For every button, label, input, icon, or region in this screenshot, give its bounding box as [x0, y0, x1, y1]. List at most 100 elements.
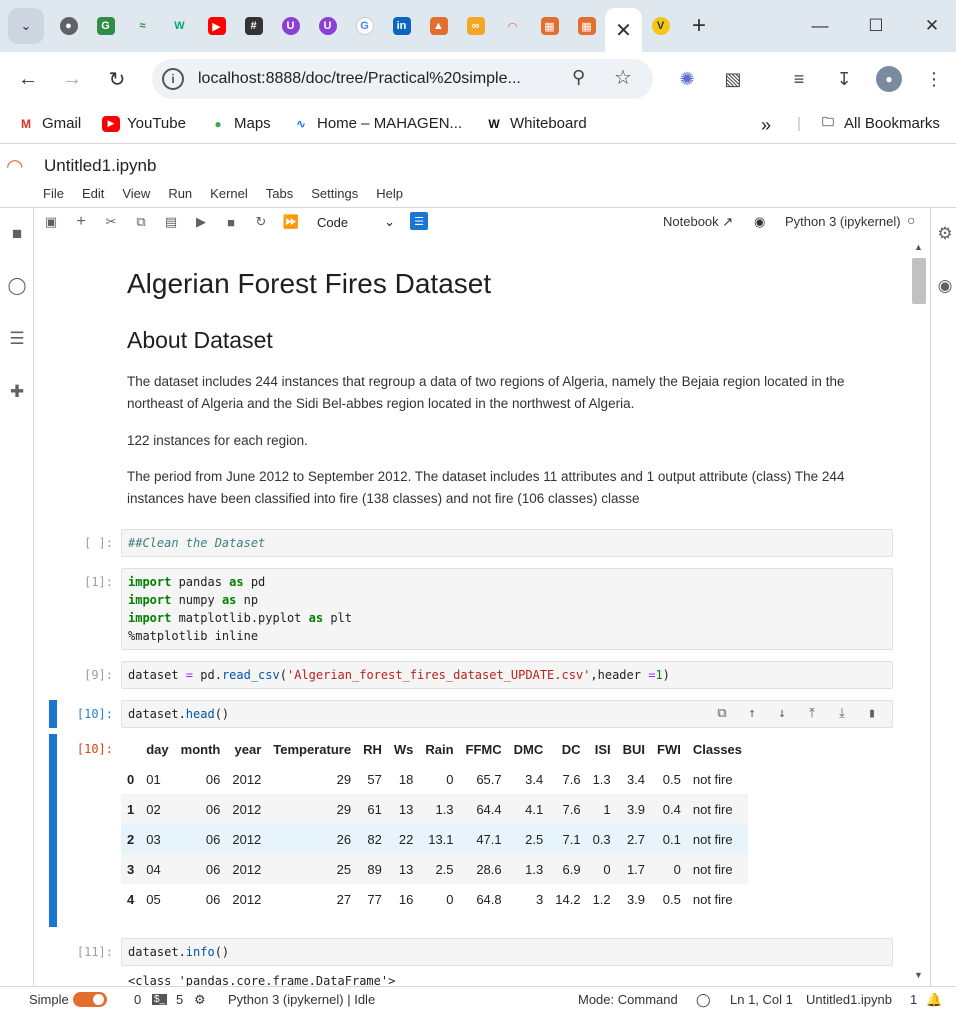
close-window-button[interactable]: ✕ [904, 8, 956, 44]
jupyter-logo-icon[interactable]: ◠ [6, 154, 28, 178]
open-notebook-button[interactable]: Notebook ↗ [663, 214, 733, 230]
folder-icon[interactable]: ■ [7, 224, 27, 244]
move-down-icon[interactable]: ↓ [772, 704, 792, 724]
all-bookmarks-button[interactable]: 🗀 All Bookmarks [819, 115, 940, 132]
puzzle-icon[interactable]: ▧ [720, 66, 746, 92]
code-cell[interactable]: dataset.info() [121, 938, 893, 966]
debugger-icon[interactable]: ◉ [754, 214, 765, 230]
scroll-up-icon[interactable]: ▲ [914, 242, 923, 252]
scroll-thumb[interactable] [912, 258, 926, 304]
menu-file[interactable]: File [34, 186, 73, 201]
tab[interactable]: ≈ [124, 8, 161, 44]
forward-button[interactable]: → [55, 62, 89, 96]
terminal-icon[interactable]: $_ [152, 994, 168, 1005]
move-up-icon[interactable]: ↑ [742, 704, 762, 724]
extension-icon[interactable]: ✺ [674, 66, 700, 92]
tab[interactable]: ● [50, 8, 87, 44]
menu-edit[interactable]: Edit [73, 186, 113, 201]
table-cell: 25 [267, 854, 358, 884]
bell-icon[interactable]: 🔔 [926, 992, 942, 1008]
notebook-title[interactable]: Untitled1.ipynb [44, 156, 156, 176]
stop-icon[interactable]: ■ [221, 212, 241, 232]
url-text[interactable]: localhost:8888/doc/tree/Practical%20simp… [198, 70, 521, 88]
download-icon[interactable]: ↧ [831, 66, 857, 92]
insert-below-icon[interactable]: ⤓ [832, 704, 852, 724]
run-all-icon[interactable]: ⏩ [281, 212, 301, 232]
notebook-scrollbar[interactable]: ▲ ▼ [909, 236, 929, 986]
code-cell[interactable]: dataset = pd.read_csv('Algerian_forest_f… [121, 661, 893, 689]
tab[interactable]: G [87, 8, 124, 44]
table-cell: 18 [398, 771, 414, 787]
gear-icon[interactable]: ⚙ [194, 992, 206, 1008]
bookmark-whiteboard[interactable]: W Whiteboard [485, 115, 586, 132]
address-bar[interactable]: i localhost:8888/doc/tree/Practical%20si… [152, 59, 653, 99]
toc-icon[interactable]: ☰ [7, 329, 27, 349]
tab[interactable]: ▶ [198, 8, 235, 44]
cut-icon[interactable]: ✂ [101, 212, 121, 232]
zoom-icon[interactable]: ⚲ [572, 67, 585, 88]
close-icon[interactable]: ✕ [615, 18, 632, 43]
run-icon[interactable]: ▶ [191, 212, 211, 232]
tab[interactable]: ▲ [420, 8, 457, 44]
menu-settings[interactable]: Settings [302, 186, 367, 201]
kernel-status[interactable]: Python 3 (ipykernel) | Idle [228, 992, 375, 1007]
duplicate-cell-icon[interactable]: ⧉ [712, 704, 732, 724]
menu-dots-icon[interactable]: ⋮ [921, 66, 947, 92]
column-header: Classes [692, 741, 743, 757]
menu-tabs[interactable]: Tabs [257, 186, 302, 201]
bookmark-mahagen[interactable]: ∿ Home – MAHAGEN... [292, 115, 462, 132]
code-cell[interactable]: import pandas as pd import numpy as np i… [121, 568, 893, 650]
debugger-icon[interactable]: ◉ [935, 276, 955, 296]
tab[interactable]: U [272, 8, 309, 44]
simple-mode-toggle[interactable] [73, 992, 107, 1007]
delete-cell-icon[interactable]: ▮ [862, 704, 882, 724]
menu-help[interactable]: Help [367, 186, 412, 201]
insert-above-icon[interactable]: ⤒ [802, 704, 822, 724]
tab[interactable]: ▦ [568, 8, 605, 44]
code-cell-active[interactable]: dataset.head() ⧉ ↑ ↓ ⤒ ⤓ ▮ [121, 700, 893, 728]
toc-toggle-icon[interactable]: ☰ [410, 212, 428, 230]
minimize-button[interactable]: — [792, 8, 848, 44]
menu-kernel[interactable]: Kernel [201, 186, 257, 201]
back-button[interactable]: ← [11, 62, 45, 96]
bookmark-youtube[interactable]: ▶ YouTube [102, 115, 186, 132]
property-inspector-icon[interactable]: ⚙ [935, 224, 955, 244]
paste-icon[interactable]: ▤ [161, 212, 181, 232]
media-icon[interactable]: ≡ [786, 66, 812, 92]
copy-icon[interactable]: ⧉ [131, 212, 151, 232]
tab[interactable]: W [161, 8, 198, 44]
tab[interactable]: ◠ [494, 8, 531, 44]
tab[interactable]: G [346, 8, 383, 44]
code-cell[interactable]: ##Clean the Dataset [121, 529, 893, 557]
shield-icon[interactable]: ◯ [696, 992, 711, 1008]
running-icon[interactable]: ◯ [7, 276, 27, 296]
tab[interactable]: ∞ [457, 8, 494, 44]
menu-run[interactable]: Run [159, 186, 201, 201]
reload-button[interactable]: ↻ [100, 62, 134, 96]
extension-icon[interactable]: ✚ [7, 382, 27, 402]
maximize-button[interactable]: ☐ [848, 8, 904, 44]
insert-cell-icon[interactable]: + [71, 212, 91, 232]
profile-avatar[interactable]: ● [876, 66, 902, 92]
save-icon[interactable]: ▣ [41, 212, 61, 232]
site-info-icon[interactable]: i [162, 68, 184, 90]
table-cell: 13.1 [419, 824, 460, 854]
cell-type-select[interactable]: Code ⌄ [315, 212, 397, 232]
bookmark-maps[interactable]: ● Maps [209, 115, 270, 132]
cursor-position[interactable]: Ln 1, Col 1 [730, 992, 793, 1007]
tab[interactable]: U [309, 8, 346, 44]
menu-view[interactable]: View [113, 186, 159, 201]
scroll-down-icon[interactable]: ▼ [914, 970, 923, 980]
tab[interactable]: V [642, 8, 679, 44]
tab[interactable]: ▦ [531, 8, 568, 44]
tab[interactable]: in [383, 8, 420, 44]
kernel-name[interactable]: Python 3 (ipykernel) [785, 214, 901, 229]
bookmark-gmail[interactable]: M Gmail [17, 115, 81, 132]
tab-search-button[interactable]: ⌄ [8, 8, 44, 44]
new-tab-button[interactable]: + [679, 8, 719, 44]
tab[interactable]: # [235, 8, 272, 44]
more-bookmarks-button[interactable]: » [761, 115, 771, 136]
bookmark-star-icon[interactable]: ☆ [614, 65, 632, 90]
active-tab[interactable]: ✕ [605, 8, 642, 52]
restart-icon[interactable]: ↻ [251, 212, 271, 232]
